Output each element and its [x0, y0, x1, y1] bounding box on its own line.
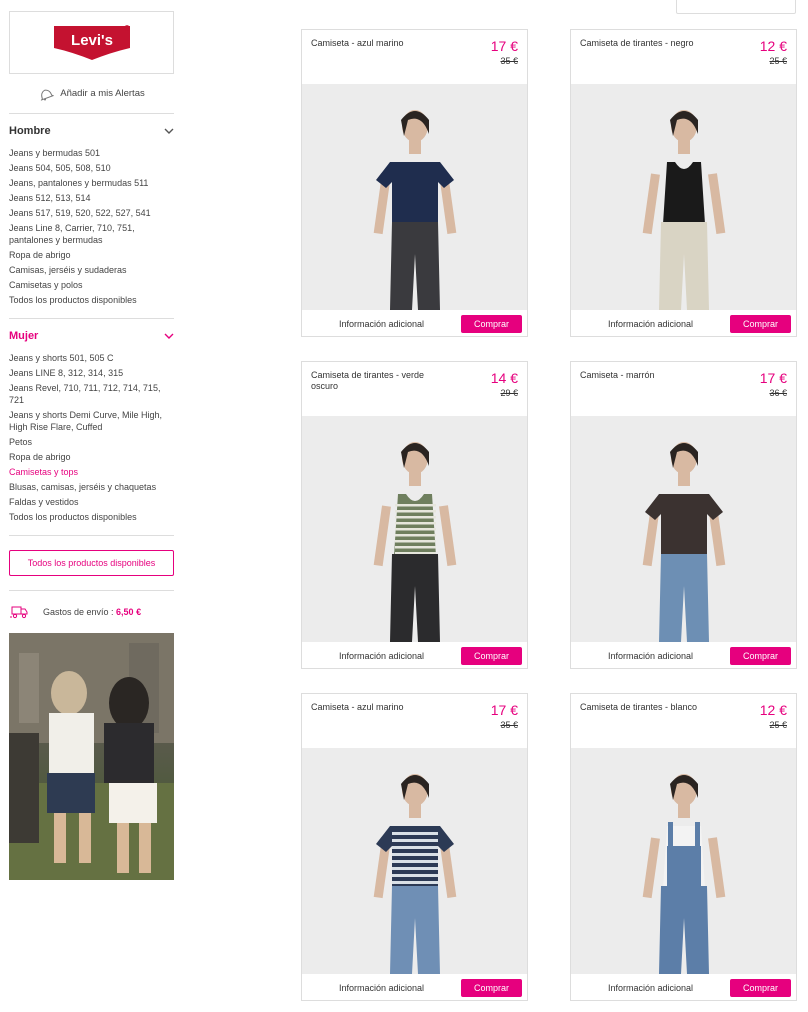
sidebar-item[interactable]: Jeans y shorts 501, 505 C: [9, 351, 174, 366]
product-card-footer: Información adicional Comprar: [302, 642, 527, 670]
product-name[interactable]: Camiseta - marrón: [580, 370, 700, 381]
levis-logo: Levi's: [53, 24, 130, 60]
sort-dropdown[interactable]: [676, 0, 796, 14]
buy-button[interactable]: Comprar: [461, 315, 522, 333]
product-card-footer: Información adicional Comprar: [571, 642, 796, 670]
sidebar-item[interactable]: Faldas y vestidos: [9, 495, 174, 510]
product-old-price: 35 €: [500, 720, 518, 730]
buy-button[interactable]: Comprar: [461, 979, 522, 997]
sidebar-item[interactable]: Ropa de abrigo: [9, 248, 174, 263]
shipping-value: 6,50 €: [116, 607, 142, 618]
sidebar-item[interactable]: Todos los productos disponibles: [9, 510, 174, 525]
shipping-label: Gastos de envío :: [43, 607, 117, 618]
sidebar-item[interactable]: Jeans 517, 519, 520, 522, 527, 541: [9, 206, 174, 221]
product-card: Camiseta de tirantes - verde oscuro 14 €…: [301, 361, 528, 669]
product-card: Camiseta - azul marino 17 € 35 € Informa…: [301, 29, 528, 337]
product-price: 12 €: [759, 38, 787, 54]
mujer-title: Mujer: [9, 330, 39, 343]
more-info-link[interactable]: Información adicional: [339, 983, 424, 993]
product-old-price: 25 €: [769, 56, 787, 66]
buy-button[interactable]: Comprar: [461, 647, 522, 665]
buy-button[interactable]: Comprar: [730, 979, 791, 997]
product-card-header: Camiseta de tirantes - blanco 12 € 25 €: [571, 694, 796, 748]
truck-icon: [10, 606, 28, 619]
add-alerts-label: Añadir a mis Alertas: [60, 88, 145, 99]
sidebar-item[interactable]: Jeans Revel, 710, 711, 712, 714, 715, 72…: [9, 382, 174, 409]
product-image[interactable]: [302, 416, 527, 642]
product-image[interactable]: [571, 84, 796, 310]
product-card-footer: Información adicional Comprar: [571, 974, 796, 1002]
product-name[interactable]: Camiseta - azul marino: [311, 38, 431, 49]
product-card-header: Camiseta - azul marino 17 € 35 €: [302, 30, 527, 84]
sidebar: Levi's Añadir a mis Alertas Hombre Jeans…: [9, 11, 174, 881]
mujer-section: Mujer Jeans y shorts 501, 505 C Jeans LIN…: [9, 319, 174, 537]
sidebar-item[interactable]: Jeans y bermudas 501: [9, 146, 174, 161]
product-card: Camiseta - azul marino 17 € 35 € Informa…: [301, 693, 528, 1001]
product-name[interactable]: Camiseta - azul marino: [311, 702, 431, 713]
product-image[interactable]: [302, 748, 527, 974]
more-info-link[interactable]: Información adicional: [339, 319, 424, 329]
product-old-price: 35 €: [500, 56, 518, 66]
chevron-down-icon: [164, 128, 174, 134]
more-info-link[interactable]: Información adicional: [608, 651, 693, 661]
product-price: 17 €: [490, 702, 518, 718]
product-card-header: Camiseta - marrón 17 € 36 €: [571, 362, 796, 416]
product-card-header: Camiseta - azul marino 17 € 35 €: [302, 694, 527, 748]
more-info-link[interactable]: Información adicional: [608, 983, 693, 993]
product-old-price: 36 €: [769, 388, 787, 398]
product-price: 14 €: [490, 370, 518, 386]
product-image[interactable]: [571, 416, 796, 642]
product-card: Camiseta de tirantes - negro 12 € 25 € I…: [570, 29, 797, 337]
product-card: Camiseta de tirantes - blanco 12 € 25 € …: [570, 693, 797, 1001]
buy-button[interactable]: Comprar: [730, 315, 791, 333]
product-card-footer: Información adicional Comprar: [302, 974, 527, 1002]
buy-button[interactable]: Comprar: [730, 647, 791, 665]
sidebar-item[interactable]: Jeans y shorts Demi Curve, Mile High, Hi…: [9, 408, 174, 435]
product-card-footer: Información adicional Comprar: [302, 310, 527, 338]
chevron-down-icon: [164, 333, 174, 340]
product-name[interactable]: Camiseta de tirantes - negro: [580, 38, 700, 49]
svg-text:Levi's: Levi's: [71, 32, 113, 49]
more-info-link[interactable]: Información adicional: [608, 319, 693, 329]
promo-photo: [9, 633, 174, 881]
product-price: 17 €: [490, 38, 518, 54]
product-old-price: 29 €: [500, 388, 518, 398]
shipping-info: Gastos de envío : 6,50 €: [9, 591, 174, 633]
sidebar-item[interactable]: Todos los productos disponibles: [9, 293, 174, 308]
hombre-section: Hombre Jeans y bermudas 501 Jeans 504, 50…: [9, 114, 174, 320]
hombre-header[interactable]: Hombre: [9, 122, 174, 140]
product-card: Camiseta - marrón 17 € 36 € Información …: [570, 361, 797, 669]
sidebar-item[interactable]: Jeans Line 8, Carrier, 710, 751, pantalo…: [9, 221, 174, 248]
product-card-header: Camiseta de tirantes - negro 12 € 25 €: [571, 30, 796, 84]
sidebar-item[interactable]: Petos: [9, 435, 174, 450]
sidebar-item[interactable]: Camisas, jerséis y sudaderas: [9, 263, 174, 278]
product-name[interactable]: Camiseta de tirantes - blanco: [580, 702, 700, 713]
sidebar-item[interactable]: Blusas, camisas, jerséis y chaquetas: [9, 480, 174, 495]
product-image[interactable]: [571, 748, 796, 974]
sidebar-item[interactable]: Jeans 512, 513, 514: [9, 191, 174, 206]
product-card-footer: Información adicional Comprar: [571, 310, 796, 338]
sidebar-item[interactable]: Jeans, pantalones y bermudas 511: [9, 176, 174, 191]
more-info-link[interactable]: Información adicional: [339, 651, 424, 661]
product-price: 12 €: [759, 702, 787, 718]
product-card-header: Camiseta de tirantes - verde oscuro 14 €…: [302, 362, 527, 416]
hombre-title: Hombre: [9, 125, 51, 137]
all-products-wrap: Todos los productos disponibles: [9, 536, 174, 592]
add-alerts-link[interactable]: Añadir a mis Alertas: [9, 74, 174, 114]
brand-logo-box[interactable]: Levi's: [9, 11, 174, 74]
sidebar-item[interactable]: Jeans 504, 505, 508, 510: [9, 161, 174, 176]
product-name[interactable]: Camiseta de tirantes - verde oscuro: [311, 370, 431, 392]
sidebar-item[interactable]: Ropa de abrigo: [9, 450, 174, 465]
sidebar-item[interactable]: Camisetas y polos: [9, 278, 174, 293]
mujer-header[interactable]: Mujer: [9, 327, 174, 345]
sidebar-item[interactable]: Jeans LINE 8, 312, 314, 315: [9, 367, 174, 382]
product-price: 17 €: [759, 370, 787, 386]
product-image[interactable]: [302, 84, 527, 310]
all-products-button[interactable]: Todos los productos disponibles: [9, 550, 174, 577]
promo-banner-image[interactable]: [9, 633, 174, 881]
product-old-price: 25 €: [769, 720, 787, 730]
sidebar-item[interactable]: Camisetas y tops: [9, 465, 174, 480]
bell-icon: [41, 89, 55, 101]
